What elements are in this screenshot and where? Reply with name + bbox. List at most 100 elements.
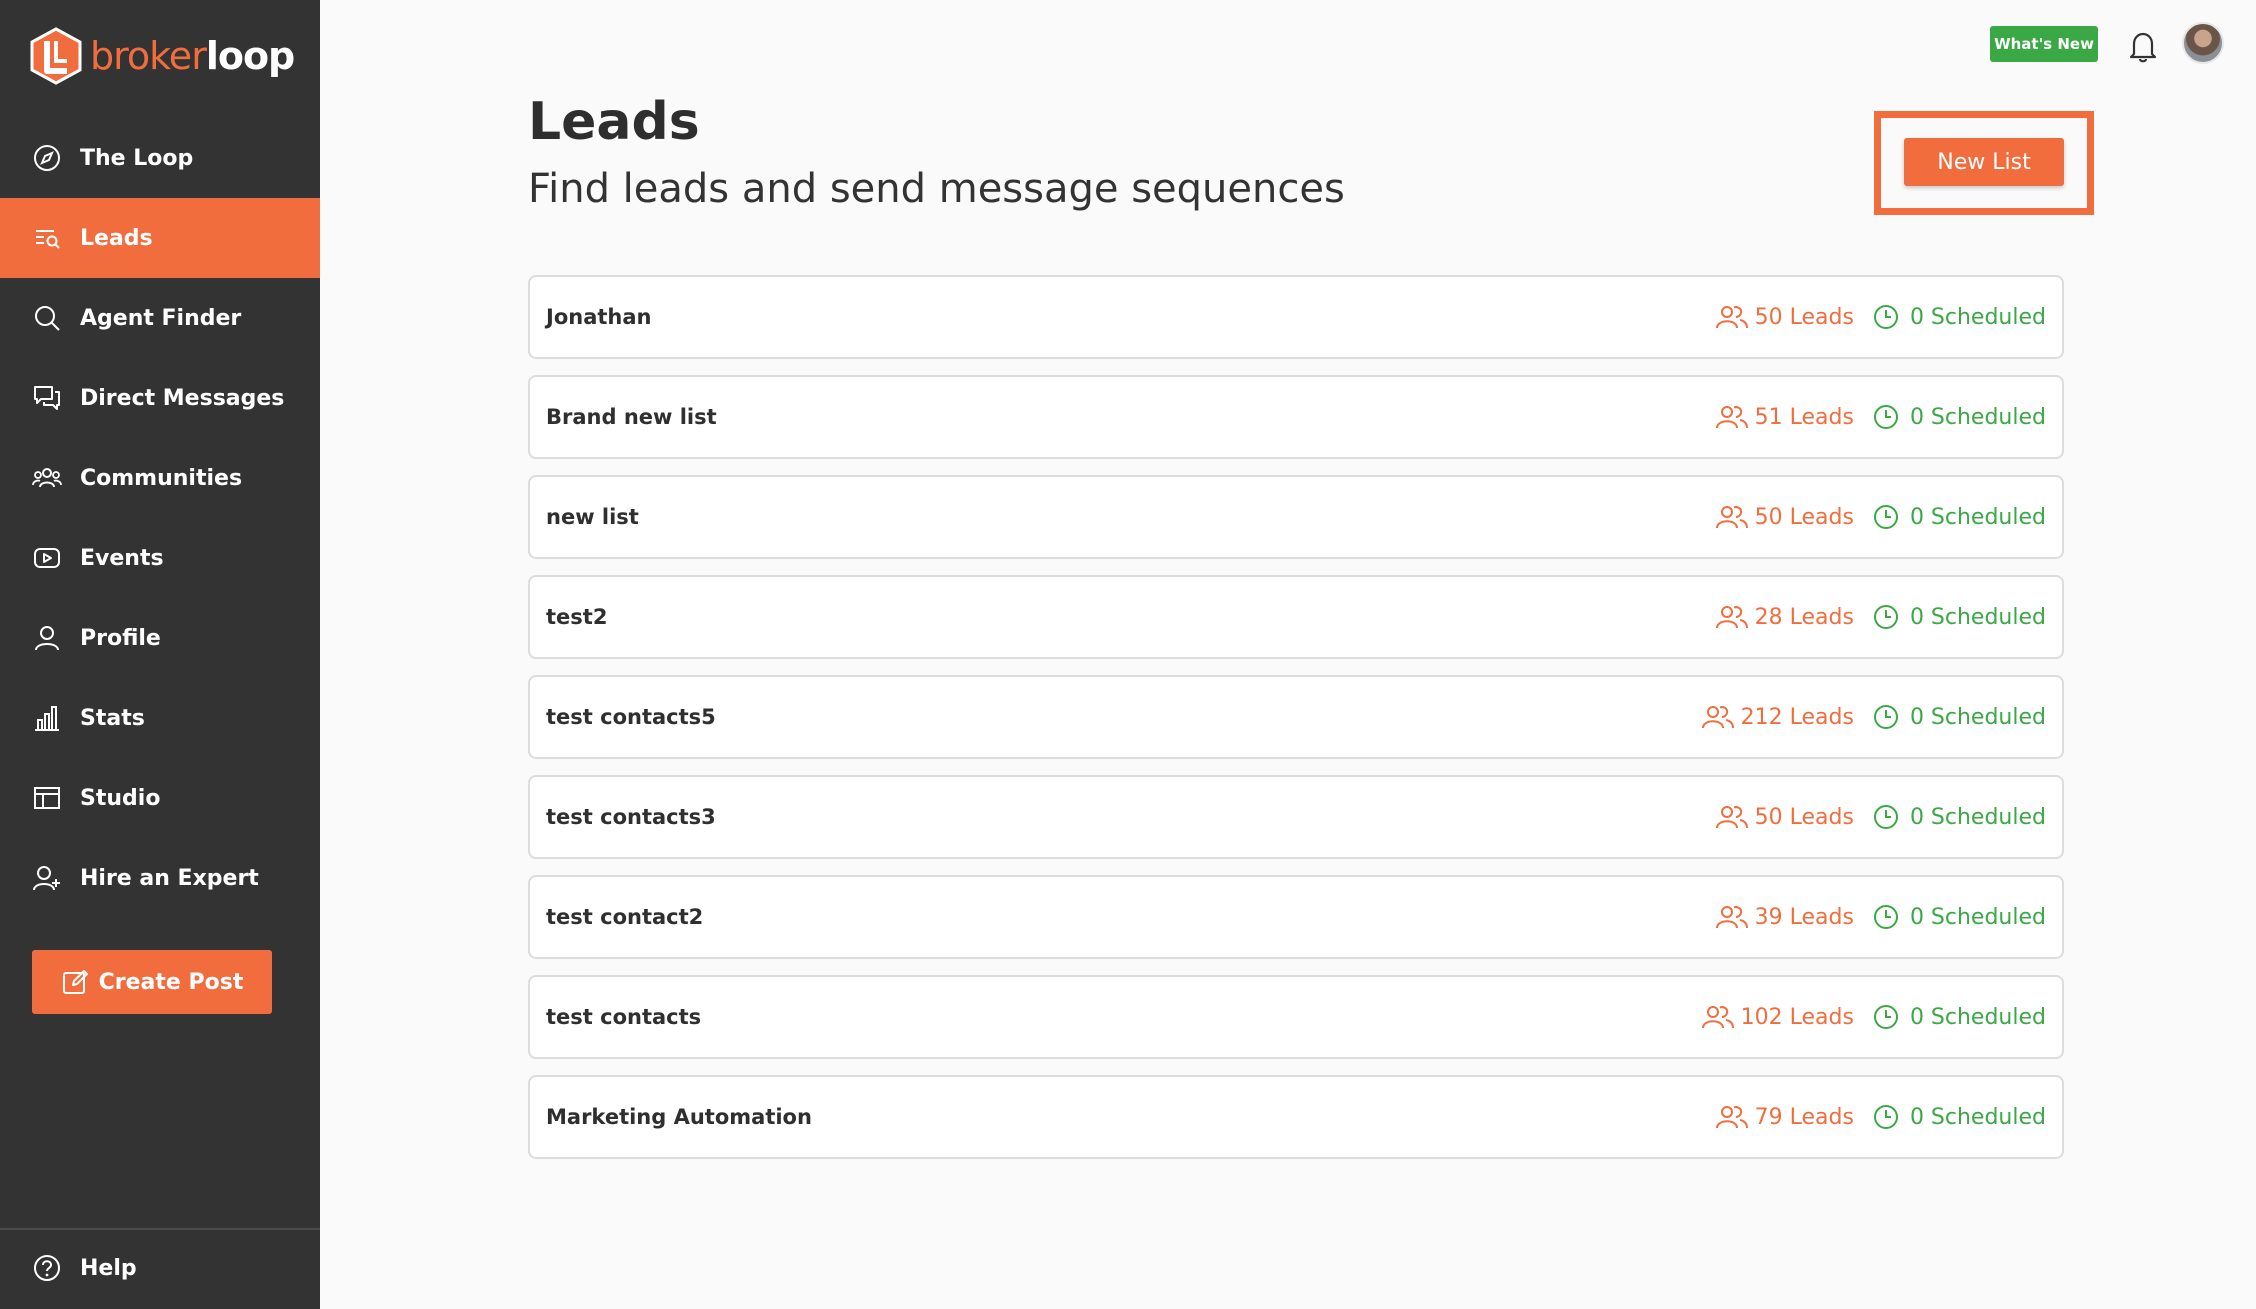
list-item[interactable]: test contacts5 212 Leads 0 Scheduled bbox=[528, 675, 2064, 759]
scheduled-count: 0 Scheduled bbox=[1872, 1003, 2046, 1031]
sidebar-item-the-loop[interactable]: The Loop bbox=[0, 118, 320, 198]
clock-icon bbox=[1873, 1005, 1898, 1029]
lead-count-label: 102 Leads bbox=[1740, 1004, 1854, 1030]
logo-mark-icon bbox=[30, 27, 82, 85]
users-icon bbox=[1715, 1106, 1748, 1129]
list-item[interactable]: Jonathan 50 Leads 0 Scheduled bbox=[528, 275, 2064, 359]
users-icon bbox=[1715, 506, 1748, 529]
lead-count: 50 Leads bbox=[1715, 804, 1854, 830]
sidebar-nav: The Loop Leads Agent Finder Direct Messa… bbox=[0, 118, 320, 918]
clock-icon bbox=[1873, 705, 1898, 729]
user-icon bbox=[32, 623, 62, 653]
lead-count-label: 51 Leads bbox=[1754, 404, 1854, 430]
sidebar-item-profile[interactable]: Profile bbox=[0, 598, 320, 678]
lead-count: 212 Leads bbox=[1701, 704, 1854, 730]
lead-count: 79 Leads bbox=[1715, 1104, 1854, 1130]
lead-lists: Jonathan 50 Leads 0 Scheduled Brand new … bbox=[528, 275, 2064, 1175]
page-subtitle: Find leads and send message sequences bbox=[528, 166, 1345, 212]
scheduled-count-label: 0 Scheduled bbox=[1909, 404, 2046, 430]
bell-icon[interactable] bbox=[2126, 28, 2160, 64]
list-name: Brand new list bbox=[546, 405, 717, 429]
sidebar-item-events[interactable]: Events bbox=[0, 518, 320, 598]
users-icon bbox=[1701, 706, 1734, 729]
clock-icon bbox=[1873, 905, 1898, 929]
scheduled-count-label: 0 Scheduled bbox=[1909, 504, 2046, 530]
list-name: test contacts5 bbox=[546, 705, 716, 729]
list-item[interactable]: Brand new list 51 Leads 0 Scheduled bbox=[528, 375, 2064, 459]
lead-count-label: 50 Leads bbox=[1754, 504, 1854, 530]
sidebar-item-leads[interactable]: Leads bbox=[0, 198, 320, 278]
help-label: Help bbox=[80, 1255, 137, 1281]
lead-count-label: 39 Leads bbox=[1754, 904, 1854, 930]
sidebar-item-label: Communities bbox=[80, 465, 243, 491]
clock-icon bbox=[1873, 605, 1898, 629]
lead-count-label: 50 Leads bbox=[1754, 804, 1854, 830]
create-post-button[interactable]: Create Post bbox=[32, 950, 272, 1014]
brokerloop-logo[interactable]: brokerloop bbox=[30, 26, 295, 86]
list-name: test contacts bbox=[546, 1005, 702, 1029]
scheduled-count-label: 0 Scheduled bbox=[1909, 904, 2046, 930]
lead-count: 51 Leads bbox=[1715, 404, 1854, 430]
scheduled-count-label: 0 Scheduled bbox=[1909, 804, 2046, 830]
scheduled-count: 0 Scheduled bbox=[1872, 603, 2046, 631]
list-name: Marketing Automation bbox=[546, 1105, 812, 1129]
leads-list-icon bbox=[32, 223, 62, 253]
sidebar-item-studio[interactable]: Studio bbox=[0, 758, 320, 838]
video-icon bbox=[32, 543, 62, 573]
clock-icon bbox=[1873, 805, 1898, 829]
list-item[interactable]: test2 28 Leads 0 Scheduled bbox=[528, 575, 2064, 659]
users-icon bbox=[1715, 906, 1748, 929]
clock-icon bbox=[1873, 305, 1898, 329]
list-item[interactable]: Marketing Automation 79 Leads 0 Schedule… bbox=[528, 1075, 2064, 1159]
scheduled-count: 0 Scheduled bbox=[1872, 503, 2046, 531]
list-item[interactable]: test contact2 39 Leads 0 Scheduled bbox=[528, 875, 2064, 959]
list-name: Jonathan bbox=[546, 305, 652, 329]
lead-count-label: 28 Leads bbox=[1754, 604, 1854, 630]
help-icon bbox=[34, 1255, 60, 1281]
chat-icon bbox=[32, 383, 62, 413]
scheduled-count: 0 Scheduled bbox=[1872, 903, 2046, 931]
list-name: test contact2 bbox=[546, 905, 704, 929]
scheduled-count: 0 Scheduled bbox=[1872, 403, 2046, 431]
sidebar-item-label: Profile bbox=[80, 625, 161, 651]
whats-new-button[interactable]: What's New bbox=[1990, 26, 2098, 62]
sidebar-item-label: Hire an Expert bbox=[80, 865, 259, 891]
clock-icon bbox=[1873, 405, 1898, 429]
list-item[interactable]: new list 50 Leads 0 Scheduled bbox=[528, 475, 2064, 559]
scheduled-count: 0 Scheduled bbox=[1872, 1103, 2046, 1131]
list-name: test2 bbox=[546, 605, 608, 629]
sidebar-item-label: Direct Messages bbox=[80, 385, 285, 411]
scheduled-count-label: 0 Scheduled bbox=[1909, 1004, 2046, 1030]
sidebar-item-label: The Loop bbox=[80, 145, 194, 171]
users-icon bbox=[1715, 306, 1748, 329]
sidebar-item-label: Studio bbox=[80, 785, 161, 811]
user-avatar[interactable] bbox=[2182, 22, 2224, 64]
lead-count: 39 Leads bbox=[1715, 904, 1854, 930]
lead-count: 28 Leads bbox=[1715, 604, 1854, 630]
users-icon bbox=[32, 463, 62, 493]
list-item[interactable]: test contacts 102 Leads 0 Scheduled bbox=[528, 975, 2064, 1059]
sidebar-item-stats[interactable]: Stats bbox=[0, 678, 320, 758]
new-list-button[interactable]: New List bbox=[1904, 138, 2064, 186]
edit-icon bbox=[62, 970, 88, 994]
logo-wordmark: brokerloop bbox=[90, 34, 295, 78]
scheduled-count-label: 0 Scheduled bbox=[1909, 1104, 2046, 1130]
bar-chart-icon bbox=[32, 703, 62, 733]
sidebar-item-direct-messages[interactable]: Direct Messages bbox=[0, 358, 320, 438]
clock-icon bbox=[1873, 505, 1898, 529]
sidebar-item-hire-an-expert[interactable]: Hire an Expert bbox=[0, 838, 320, 918]
list-item[interactable]: test contacts3 50 Leads 0 Scheduled bbox=[528, 775, 2064, 859]
scheduled-count-label: 0 Scheduled bbox=[1909, 304, 2046, 330]
search-icon bbox=[32, 303, 62, 333]
clock-icon bbox=[1873, 1105, 1898, 1129]
sidebar-item-communities[interactable]: Communities bbox=[0, 438, 320, 518]
sidebar-item-label: Stats bbox=[80, 705, 145, 731]
sidebar-item-agent-finder[interactable]: Agent Finder bbox=[0, 278, 320, 358]
scheduled-count: 0 Scheduled bbox=[1872, 703, 2046, 731]
sidebar-item-label: Leads bbox=[80, 225, 153, 251]
scheduled-count-label: 0 Scheduled bbox=[1909, 704, 2046, 730]
help-link[interactable]: Help bbox=[32, 1250, 137, 1286]
sidebar-divider bbox=[0, 1228, 320, 1230]
list-name: new list bbox=[546, 505, 639, 529]
lead-count-label: 50 Leads bbox=[1754, 304, 1854, 330]
